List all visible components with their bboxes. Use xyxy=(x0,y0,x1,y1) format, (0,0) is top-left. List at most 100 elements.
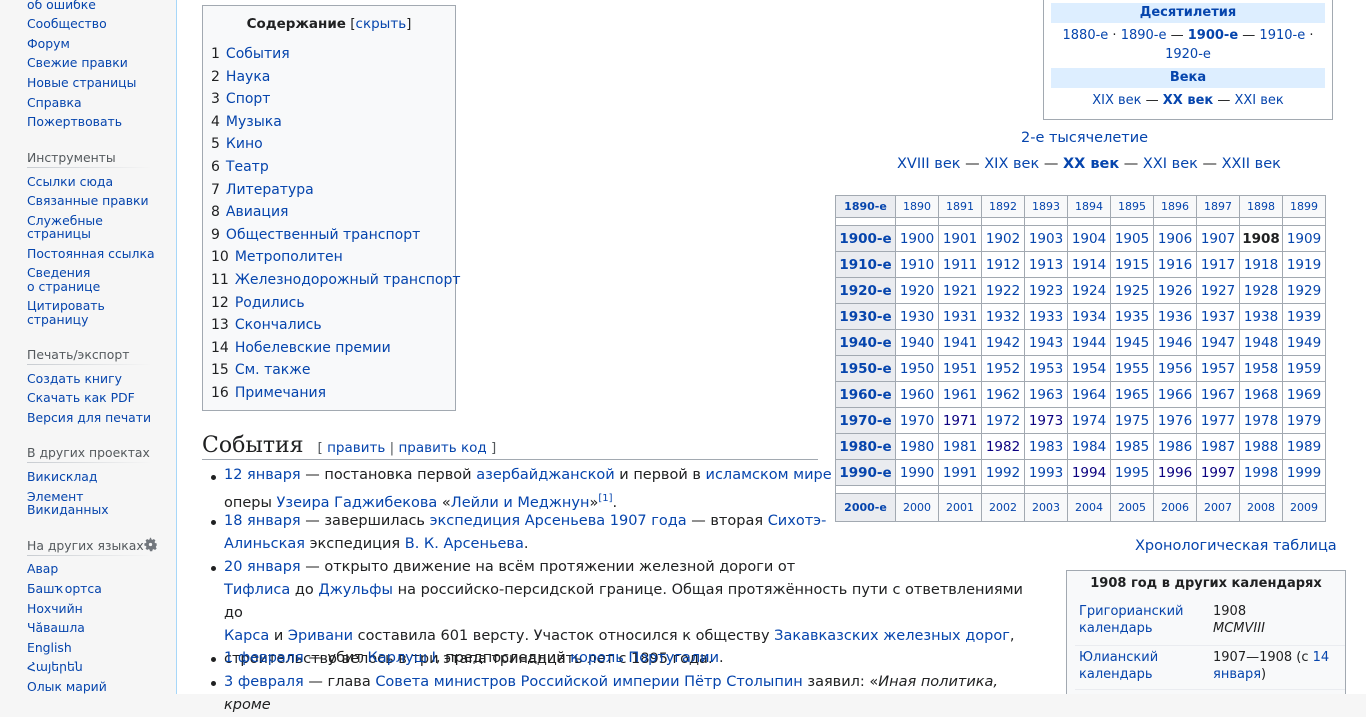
year-link[interactable]: 1980 xyxy=(900,439,934,455)
year-link[interactable]: 1961 xyxy=(943,387,977,403)
year-link[interactable]: 1969 xyxy=(1287,387,1321,403)
sidebar-item[interactable]: Հայերեն xyxy=(27,660,83,674)
toc-hide-link[interactable]: скрыть xyxy=(356,16,407,32)
year-link[interactable]: 1939 xyxy=(1287,309,1321,325)
year-link[interactable]: 1894 xyxy=(1075,200,1103,213)
sidebar-item[interactable]: Версия для печати xyxy=(27,411,151,425)
year-link[interactable]: 1941 xyxy=(943,335,977,351)
year-link[interactable]: 1895 xyxy=(1118,200,1146,213)
sidebar-item[interactable]: о странице xyxy=(27,280,100,294)
sidebar-item[interactable]: Сведения xyxy=(27,266,90,280)
year-link[interactable]: 1971 xyxy=(943,413,977,429)
year-link[interactable]: 1938 xyxy=(1244,309,1278,325)
event-link[interactable]: Лейли и Меджнун xyxy=(451,495,590,511)
year-link[interactable]: 1936 xyxy=(1158,309,1192,325)
year-link[interactable]: 1931 xyxy=(943,309,977,325)
decade-link[interactable]: 1920-е xyxy=(839,283,891,299)
century-link[interactable]: XXI век xyxy=(1234,93,1283,108)
event-date-link[interactable]: 20 января xyxy=(224,559,301,575)
year-link[interactable]: 1909 xyxy=(1287,231,1321,247)
year-link[interactable]: 1983 xyxy=(1029,439,1063,455)
year-link[interactable]: 1968 xyxy=(1244,387,1278,403)
sidebar-item[interactable]: English xyxy=(27,641,72,655)
year-link[interactable]: 1999 xyxy=(1287,465,1321,481)
year-link[interactable]: 1930 xyxy=(900,309,934,325)
year-link[interactable]: 1984 xyxy=(1072,439,1106,455)
year-link[interactable]: 1934 xyxy=(1072,309,1106,325)
year-link[interactable]: 1951 xyxy=(943,361,977,377)
century-link[interactable]: XVIII век xyxy=(897,156,961,172)
chronological-table-link[interactable]: Хронологическая таблица xyxy=(1135,538,1337,554)
year-link[interactable]: 1981 xyxy=(943,439,977,455)
edit-code-link[interactable]: править код xyxy=(398,440,486,456)
event-link[interactable]: В. К. Арсеньева xyxy=(405,536,524,552)
event-link[interactable]: король Португалии xyxy=(570,650,719,666)
toc-item[interactable]: 14 Нобелевские премии xyxy=(211,339,391,357)
sidebar-item[interactable]: Свежие правки xyxy=(27,56,128,70)
year-link[interactable]: 1916 xyxy=(1158,257,1192,273)
year-link[interactable]: 1929 xyxy=(1287,283,1321,299)
toc-item[interactable]: 13 Скончались xyxy=(211,316,322,334)
year-link[interactable]: 1932 xyxy=(986,309,1020,325)
year-link[interactable]: 1924 xyxy=(1072,283,1106,299)
decade-link[interactable]: 1980-е xyxy=(839,439,891,455)
event-link[interactable]: Пётр Столыпин xyxy=(684,674,803,690)
year-link[interactable]: 1897 xyxy=(1204,200,1232,213)
year-link[interactable]: 1892 xyxy=(989,200,1017,213)
toc-item-link[interactable]: Нобелевские премии xyxy=(235,340,391,356)
toc-item[interactable]: 4 Музыка xyxy=(211,113,282,131)
toc-item-link[interactable]: События xyxy=(226,46,290,62)
event-date-link[interactable]: 3 февраля xyxy=(224,674,304,690)
sidebar-item[interactable]: Форум xyxy=(27,37,70,51)
year-link[interactable]: 1905 xyxy=(1115,231,1149,247)
decade-link[interactable]: 1910-е xyxy=(839,257,891,273)
year-link[interactable]: 1896 xyxy=(1161,200,1189,213)
year-link[interactable]: 1943 xyxy=(1029,335,1063,351)
year-link[interactable]: 1925 xyxy=(1115,283,1149,299)
sidebar-item[interactable]: Связанные правки xyxy=(27,194,149,208)
year-link[interactable]: 1912 xyxy=(986,257,1020,273)
year-link[interactable]: 1972 xyxy=(986,413,1020,429)
year-link[interactable]: 2009 xyxy=(1290,501,1318,514)
year-link[interactable]: 2005 xyxy=(1118,501,1146,514)
event-link[interactable]: Узеира Гаджибекова xyxy=(277,495,438,511)
event-link[interactable]: экспедиция Арсеньева 1907 года xyxy=(430,513,687,529)
event-link[interactable]: азербайджанской xyxy=(476,467,614,483)
event-link[interactable]: Тифлиса xyxy=(224,582,290,598)
decade-link[interactable]: 1940-е xyxy=(839,335,891,351)
year-link[interactable]: 1919 xyxy=(1287,257,1321,273)
toc-item-link[interactable]: Общественный транспорт xyxy=(226,227,420,243)
sidebar-item[interactable]: об ошибке xyxy=(27,0,96,12)
year-link[interactable]: 1958 xyxy=(1244,361,1278,377)
sidebar-item[interactable]: страницу xyxy=(27,313,88,327)
year-link[interactable]: 2008 xyxy=(1247,501,1275,514)
year-link[interactable]: 2007 xyxy=(1204,501,1232,514)
toc-item-link[interactable]: Литература xyxy=(226,182,314,198)
year-link[interactable]: 1995 xyxy=(1115,465,1149,481)
toc-item-link[interactable]: Родились xyxy=(235,295,305,311)
year-link[interactable]: 1913 xyxy=(1029,257,1063,273)
event-link[interactable]: исламском мире xyxy=(706,467,832,483)
toc-item-link[interactable]: Театр xyxy=(226,159,269,175)
year-link[interactable]: 1890 xyxy=(903,200,931,213)
toc-item[interactable]: 6 Театр xyxy=(211,158,269,176)
year-link[interactable]: 1959 xyxy=(1287,361,1321,377)
sidebar-item[interactable]: Скачать как PDF xyxy=(27,391,135,405)
year-link[interactable]: 1998 xyxy=(1244,465,1278,481)
year-link[interactable]: 1982 xyxy=(986,439,1020,455)
year-link[interactable]: 1994 xyxy=(1072,465,1106,481)
decade-link[interactable]: 1890-е xyxy=(844,200,887,213)
toc-item-link[interactable]: Примечания xyxy=(235,385,326,401)
gear-icon[interactable] xyxy=(143,537,158,552)
toc-item[interactable]: 12 Родились xyxy=(211,294,305,312)
year-link[interactable]: 1942 xyxy=(986,335,1020,351)
year-link[interactable]: 1948 xyxy=(1244,335,1278,351)
year-link[interactable]: 1922 xyxy=(986,283,1020,299)
toc-item[interactable]: 7 Литература xyxy=(211,181,314,199)
year-link[interactable]: 1917 xyxy=(1201,257,1235,273)
event-link[interactable]: Джульфы xyxy=(318,582,393,598)
toc-item[interactable]: 1 События xyxy=(211,45,290,63)
year-link[interactable]: 1907 xyxy=(1201,231,1235,247)
toc-item[interactable]: 5 Кино xyxy=(211,135,263,153)
toc-item-link[interactable]: Спорт xyxy=(226,91,271,107)
